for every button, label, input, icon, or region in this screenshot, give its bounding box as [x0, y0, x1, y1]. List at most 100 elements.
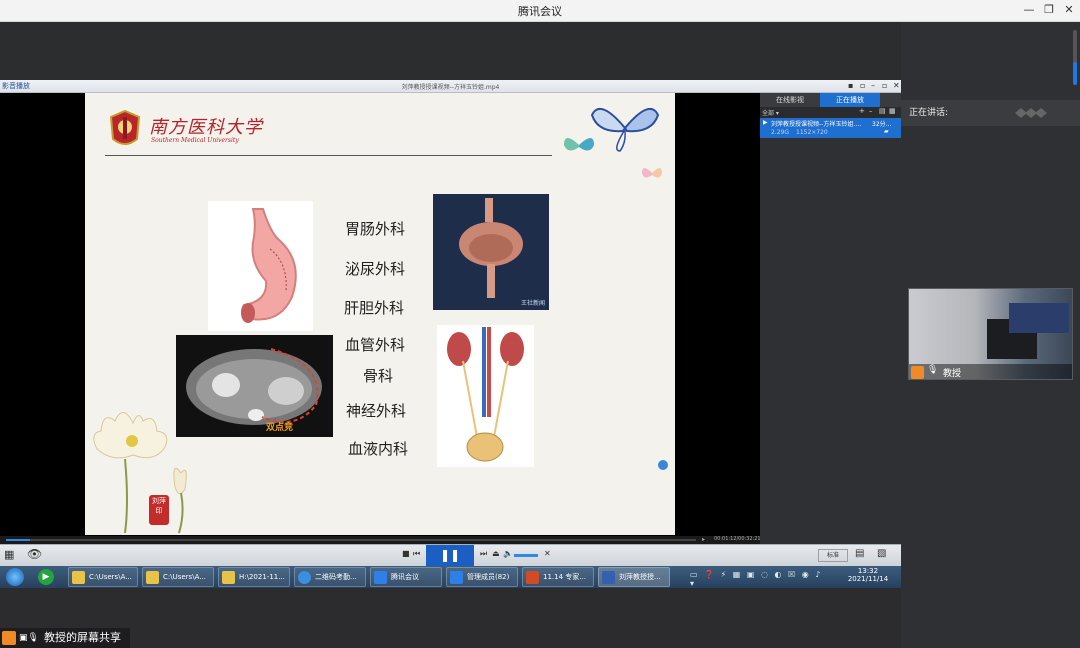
eject-icon[interactable]: ⏏: [492, 549, 500, 558]
taskbar-item[interactable]: C:\Users\A...: [142, 567, 214, 587]
next-icon[interactable]: ⏭: [480, 549, 487, 559]
app-title: 腾讯会议: [518, 5, 562, 18]
pink-butterfly-icon: [642, 168, 662, 178]
taskbar-item[interactable]: 刘萍教授授...: [598, 567, 670, 587]
taskbar-item[interactable]: H:\2021-11...: [218, 567, 290, 587]
volume-icon[interactable]: 🔈: [503, 549, 513, 558]
previous-icon[interactable]: ⏮: [413, 549, 420, 559]
windows-taskbar: ▶ C:\Users\A... C:\Users\A... H:\2021-11…: [0, 566, 901, 588]
department-label: 神经外科: [346, 402, 407, 420]
slide-nav-dot[interactable]: [658, 460, 668, 470]
stomach-illustration: [208, 201, 313, 331]
department-label: 胃肠外科: [345, 220, 406, 238]
media-player-icon[interactable]: ▶: [38, 569, 54, 585]
tab-now-playing[interactable]: 正在播放: [820, 93, 880, 107]
player-chat-icon[interactable]: ▪: [848, 81, 853, 90]
restore-button[interactable]: ❐: [1040, 2, 1058, 18]
speaking-label: 正在讲话:: [909, 108, 949, 118]
share-owner-text: 教授的屏幕共享: [44, 631, 121, 644]
folder-icon: [222, 571, 235, 584]
red-seal: 刘萍印: [149, 495, 169, 525]
player-file-title: 刘萍教授授课视频--方祥玉铃姐.mp4: [401, 84, 500, 91]
screen-in-feed: [1009, 303, 1069, 333]
player-restore-button[interactable]: ▫: [882, 81, 887, 90]
playlist-tabs: 在线影视 正在播放: [760, 93, 901, 107]
playlist-item-duration: 32分...: [872, 121, 892, 128]
image-watermark: 王社新闻: [520, 300, 545, 307]
tab-online-video[interactable]: 在线影视: [760, 93, 820, 107]
tray-clock[interactable]: 13:32 2021/11/14: [838, 567, 898, 583]
meeting-titlebar: 腾讯会议 — ❐ ✕: [0, 0, 1080, 22]
playlist-item-title: 刘萍教授授课视频--方祥玉铃姐.mp4: [771, 121, 867, 128]
participant-avatar-icon: [911, 366, 924, 379]
folder-icon: [146, 571, 159, 584]
department-label: 泌尿外科: [345, 260, 406, 278]
university-emblem-icon: [109, 109, 141, 145]
system-tray-icons[interactable]: ▭ ❓ ⚡ ▦ ▣ ◌ ◐ ☒ ◉ ♪ ▾: [690, 570, 830, 588]
tile-footer: 🎙 教授: [909, 364, 1072, 379]
player-settings-icon[interactable]: ▫: [860, 81, 865, 90]
play-indicator-icon: ▶: [763, 119, 768, 126]
time-display: 00:01:12/00:32:21: [714, 536, 761, 542]
speaking-indicator: 正在讲话:: [901, 100, 1080, 126]
stop-icon[interactable]: ■: [402, 549, 410, 558]
player-minimize-button[interactable]: –: [871, 81, 875, 90]
close-button[interactable]: ✕: [1060, 2, 1078, 18]
playlist-item[interactable]: ▶ 刘萍教授授课视频--方祥玉铃姐.mp4 32分... 2.29G 1152×…: [760, 118, 901, 138]
taskbar-item[interactable]: 管理成员(82): [446, 567, 518, 587]
participant-video-tile[interactable]: 🎙 教授: [908, 288, 1073, 380]
tray-date: 2021/11/14: [847, 575, 889, 583]
ie-icon: [298, 571, 311, 584]
settings-icon[interactable]: ▧: [877, 548, 886, 559]
playlist-filter[interactable]: 全部 ▾: [762, 108, 779, 117]
taskbar-item[interactable]: C:\Users\A...: [68, 567, 138, 587]
add-icon[interactable]: +: [859, 107, 865, 115]
user-avatar-icon: [2, 631, 16, 645]
volume-slider[interactable]: [514, 554, 538, 557]
university-name-cn: 南方医科大学: [149, 117, 263, 138]
folder-icon: [72, 571, 85, 584]
participant-name: 教授: [943, 369, 962, 379]
screen-share-label: ▣🎙 教授的屏幕共享: [0, 628, 130, 648]
player-controls: ▦ 👁 ■ ⏮ ❚❚ ⏭ ⏏ 🔈 ✕ 标准 ▤ ▧: [0, 544, 901, 566]
screenshot-icon[interactable]: ▦: [4, 548, 14, 561]
tencent-meeting-icon: [450, 571, 463, 584]
ct-watermark: 双点竞: [266, 423, 294, 433]
tray-time: 13:32: [857, 567, 879, 575]
audio-wave-icon: [1015, 108, 1047, 118]
blue-butterfly-icon: [590, 107, 660, 152]
lecture-slide: 南方医科大学 Southern Medical University 王社新闻: [85, 93, 675, 535]
folder-icon[interactable]: ▰: [884, 128, 889, 135]
shared-desktop-top: [0, 22, 901, 80]
step-forward-icon[interactable]: ▸: [702, 536, 705, 543]
seek-progress: [6, 539, 30, 541]
pause-button[interactable]: ❚❚: [426, 545, 474, 566]
volume-meter-level: [1073, 62, 1077, 85]
eye-icon[interactable]: 👁: [27, 547, 42, 561]
shuffle-icon[interactable]: ✕: [544, 549, 551, 558]
minimize-button[interactable]: —: [1020, 2, 1038, 18]
list-mode-icon[interactable]: ▤: [879, 107, 886, 115]
playlist-footer: [760, 536, 901, 544]
mic-muted-icon: ▣🎙: [19, 633, 39, 643]
taskbar-item[interactable]: 二维码考勤...: [294, 567, 366, 587]
department-label: 肝胆外科: [344, 299, 405, 317]
header-divider: [105, 155, 552, 156]
seek-track: [6, 539, 696, 541]
remove-icon[interactable]: –: [869, 107, 873, 115]
player-titlebar: 影音播放 刘萍教授授课视频--方祥玉铃姐.mp4 ▪ ▫ – ▫ ✕: [0, 80, 901, 93]
start-button[interactable]: [6, 568, 24, 586]
seek-bar[interactable]: ▸ 00:01:12/00:32:21: [0, 536, 761, 544]
department-label: 骨科: [363, 367, 394, 385]
quality-button[interactable]: 标准: [818, 549, 848, 562]
playlist-toolbar: 全部 ▾ + – ▤ ▦: [760, 107, 901, 118]
tencent-meeting-icon: [374, 571, 387, 584]
player-close-button[interactable]: ✕: [893, 81, 900, 90]
sort-icon[interactable]: ▦: [889, 107, 896, 115]
playlist-panel: [760, 93, 901, 540]
taskbar-item[interactable]: 11.14 专家...: [522, 567, 594, 587]
playlist-toggle-icon[interactable]: ▤: [855, 548, 864, 559]
powerpoint-icon: [526, 571, 539, 584]
urinary-system-illustration: [437, 325, 534, 467]
taskbar-item[interactable]: 腾讯会议: [370, 567, 442, 587]
